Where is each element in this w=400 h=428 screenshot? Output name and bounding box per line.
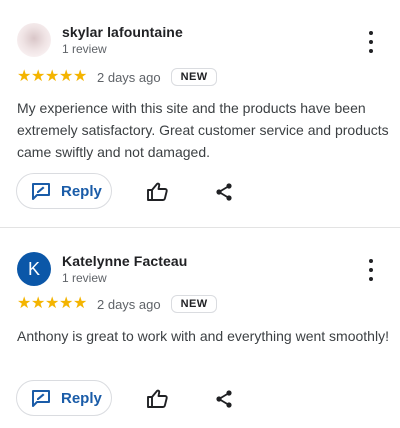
star-icon: ★	[17, 295, 32, 312]
more-options-icon[interactable]	[362, 259, 380, 281]
new-badge: NEW	[170, 295, 218, 313]
reply-icon	[31, 389, 51, 407]
star-icon: ★	[73, 295, 88, 312]
author-name[interactable]: Katelynne Facteau	[62, 253, 187, 269]
star-icon: ★	[59, 295, 74, 312]
rating-row: ★ ★ ★ ★ ★ 2 days ago NEW	[17, 293, 218, 315]
reply-label: Reply	[61, 389, 102, 407]
review-count: 1 review	[62, 271, 107, 285]
star-rating: ★ ★ ★ ★ ★	[17, 296, 87, 312]
thumbs-up-icon[interactable]	[145, 387, 169, 411]
star-icon: ★	[31, 295, 46, 312]
reply-button[interactable]: Reply	[16, 380, 112, 416]
star-icon: ★	[45, 295, 60, 312]
review-age: 2 days ago	[97, 296, 161, 312]
review-card: K Katelynne Facteau 1 review ★ ★ ★ ★ ★ 2…	[0, 0, 400, 428]
avatar[interactable]: K	[17, 252, 51, 286]
review-text: Anthony is great to work with and everyt…	[17, 328, 389, 344]
share-icon[interactable]	[212, 387, 236, 411]
